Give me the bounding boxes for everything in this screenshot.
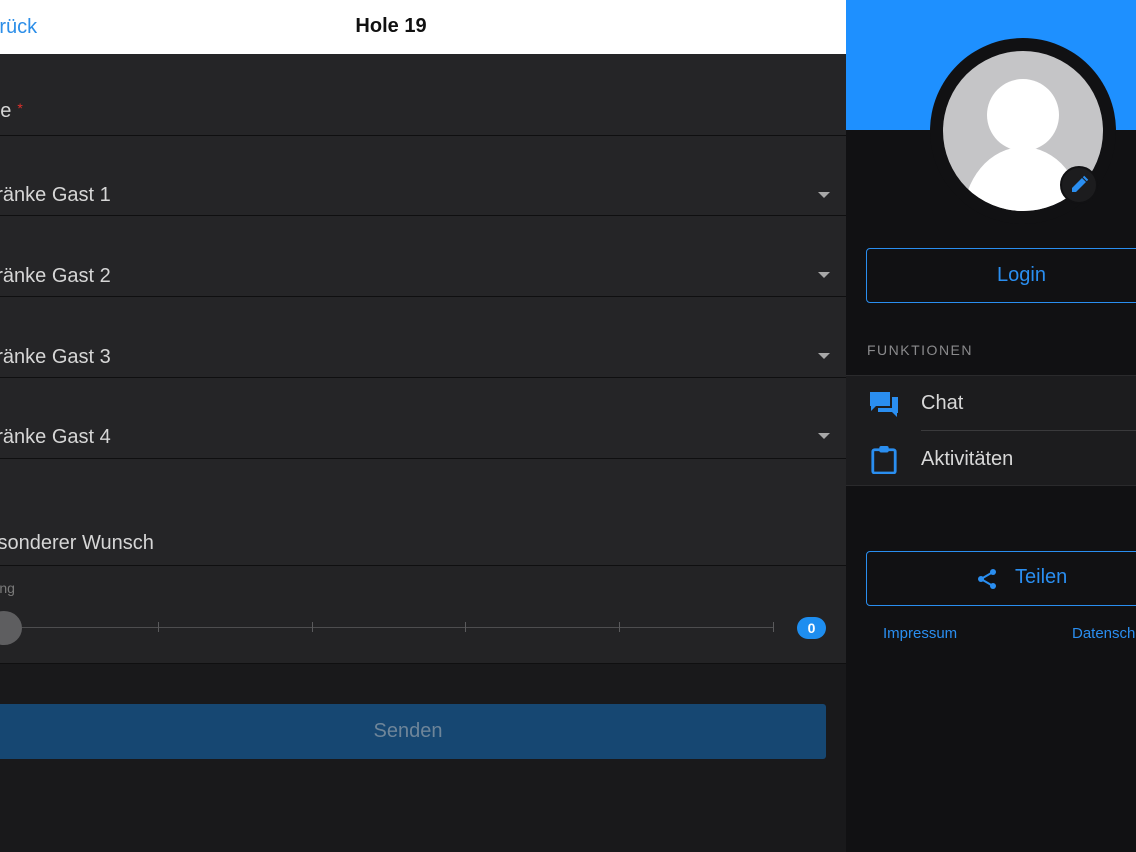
- name-label: Name: [0, 100, 12, 122]
- menu-item-label: Aktivitäten: [921, 448, 1014, 470]
- slider-tick: [773, 622, 774, 632]
- sidebar: Login FUNKTIONEN Chat Aktivitäten Teilen: [846, 0, 1136, 852]
- chevron-down-icon: [818, 353, 830, 359]
- menu-item-label: Chat: [921, 392, 964, 414]
- function-menu: Chat Aktivitäten: [846, 375, 1136, 486]
- select-label: Getränke Gast 1: [0, 184, 111, 206]
- privacy-link[interactable]: Datenschutz: [1072, 625, 1136, 642]
- share-label: Teilen: [1015, 566, 1068, 588]
- page-title: Hole 19: [355, 15, 427, 37]
- name-field[interactable]: Name *: [0, 54, 846, 136]
- select-label: Getränke Gast 3: [0, 346, 111, 368]
- slider-tick: [619, 622, 620, 632]
- share-button[interactable]: Teilen: [866, 551, 1136, 606]
- select-label: Getränke Gast 2: [0, 265, 111, 287]
- drink-select-guest-2[interactable]: Getränke Gast 2: [0, 216, 846, 297]
- slider-tick: [312, 622, 313, 632]
- drink-select-guest-4[interactable]: Getränke Gast 4: [0, 378, 846, 459]
- special-request-label: Besonderer Wunsch: [0, 532, 154, 554]
- slider-value-badge: 0: [797, 617, 826, 639]
- required-marker: *: [17, 100, 23, 116]
- pencil-icon: [1072, 175, 1089, 192]
- slider-tick: [158, 622, 159, 632]
- slider-tick: [465, 622, 466, 632]
- slider-track[interactable]: [0, 627, 774, 628]
- send-button[interactable]: Senden: [0, 704, 826, 759]
- impressum-link[interactable]: Impressum: [883, 625, 957, 642]
- drink-select-guest-3[interactable]: Getränke Gast 3: [0, 297, 846, 378]
- clipboard-icon: [871, 446, 897, 474]
- nav-header: Zurück Hole 19: [0, 0, 846, 54]
- special-request-field[interactable]: Besonderer Wunsch: [0, 459, 846, 566]
- chevron-down-icon: [818, 433, 830, 439]
- rating-label: Bewertung: [0, 580, 15, 596]
- chat-icon: [870, 392, 898, 417]
- menu-divider: [921, 430, 1136, 431]
- share-icon: [978, 569, 996, 589]
- chevron-down-icon: [818, 192, 830, 198]
- rating-slider-row: Bewertung: [0, 566, 846, 664]
- menu-item-activities[interactable]: Aktivitäten: [846, 432, 1136, 487]
- chevron-down-icon: [818, 272, 830, 278]
- select-label: Getränke Gast 4: [0, 426, 111, 448]
- form-panel: Zurück Hole 19 Name * Getränke Gast 1 Get…: [0, 0, 846, 852]
- drink-select-guest-1[interactable]: Getränke Gast 1: [0, 136, 846, 216]
- edit-avatar-button[interactable]: [1060, 166, 1098, 204]
- menu-item-chat[interactable]: Chat: [846, 376, 1136, 431]
- login-button[interactable]: Login: [866, 248, 1136, 303]
- section-label: FUNKTIONEN: [867, 342, 973, 358]
